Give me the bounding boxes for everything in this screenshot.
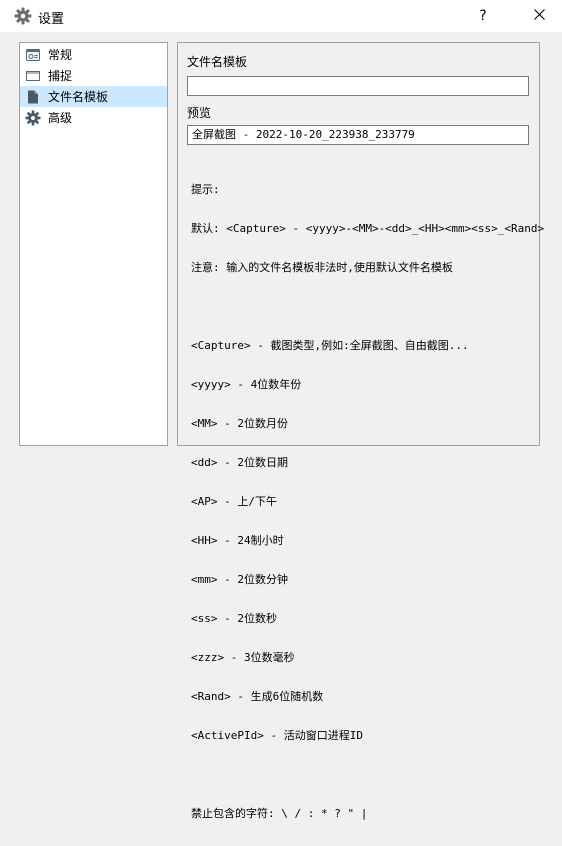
sidebar-item-label: 文件名模板: [48, 90, 109, 104]
gear-icon: [25, 110, 41, 126]
help-line: <MM> - 2位数月份: [191, 417, 288, 430]
title-bar: 设置 ?: [0, 0, 562, 32]
help-text: 提示: 默认: <Capture> - <yyyy>-<MM>-<dd>_<HH…: [191, 157, 545, 846]
help-line: [191, 300, 536, 313]
help-line: <Rand> - 生成6位随机数: [191, 690, 324, 703]
window-title: 设置: [38, 12, 65, 27]
help-line: 默认: <Capture> - <yyyy>-<MM>-<dd>_<HH><mm…: [191, 222, 545, 235]
settings-gear-icon: [14, 7, 32, 25]
help-line: <zzz> - 3位数毫秒: [191, 651, 295, 664]
template-input[interactable]: [187, 76, 529, 96]
close-button[interactable]: [516, 0, 562, 32]
help-button-label: ?: [479, 8, 487, 24]
help-line: <ss> - 2位数秒: [191, 612, 277, 625]
help-button[interactable]: ?: [460, 0, 506, 32]
settings-sidebar: 常规 捕捉 文件名模板 高级: [19, 42, 168, 446]
help-line: [191, 768, 536, 781]
help-line: <mm> - 2位数分钟: [191, 573, 288, 586]
help-line: <dd> - 2位数日期: [191, 456, 288, 469]
sidebar-item-label: 捕捉: [48, 69, 73, 83]
template-label: 文件名模板: [187, 55, 248, 69]
help-line: 提示:: [191, 183, 220, 196]
help-line: 注意: 输入的文件名模板非法时,使用默认文件名模板: [191, 261, 453, 274]
sidebar-item-label: 常规: [48, 48, 73, 62]
sidebar-item-advanced[interactable]: 高级: [20, 107, 167, 128]
preview-field[interactable]: 全屏截图 - 2022-10-20_223938_233779: [187, 125, 529, 145]
help-line: <yyyy> - 4位数年份: [191, 378, 302, 391]
capture-icon: [25, 68, 41, 84]
sidebar-item-general[interactable]: 常规: [20, 44, 167, 65]
help-line: <AP> - 上/下午: [191, 495, 277, 508]
file-icon: [25, 89, 41, 105]
sidebar-item-file-template[interactable]: 文件名模板: [20, 86, 167, 107]
help-line: <Capture> - 截图类型,例如:全屏截图、自由截图...: [191, 339, 469, 352]
preview-label: 预览: [187, 106, 212, 120]
file-template-panel: 文件名模板 预览 全屏截图 - 2022-10-20_223938_233779…: [177, 42, 544, 820]
sidebar-item-capture[interactable]: 捕捉: [20, 65, 167, 86]
close-icon: [533, 9, 545, 23]
help-line: <HH> - 24制小时: [191, 534, 284, 547]
general-icon: [25, 47, 41, 63]
help-line: 禁止包含的字符: \ / : * ? " |: [191, 807, 368, 820]
help-line: <ActivePId> - 活动窗口进程ID: [191, 729, 363, 742]
sidebar-item-label: 高级: [48, 111, 73, 125]
